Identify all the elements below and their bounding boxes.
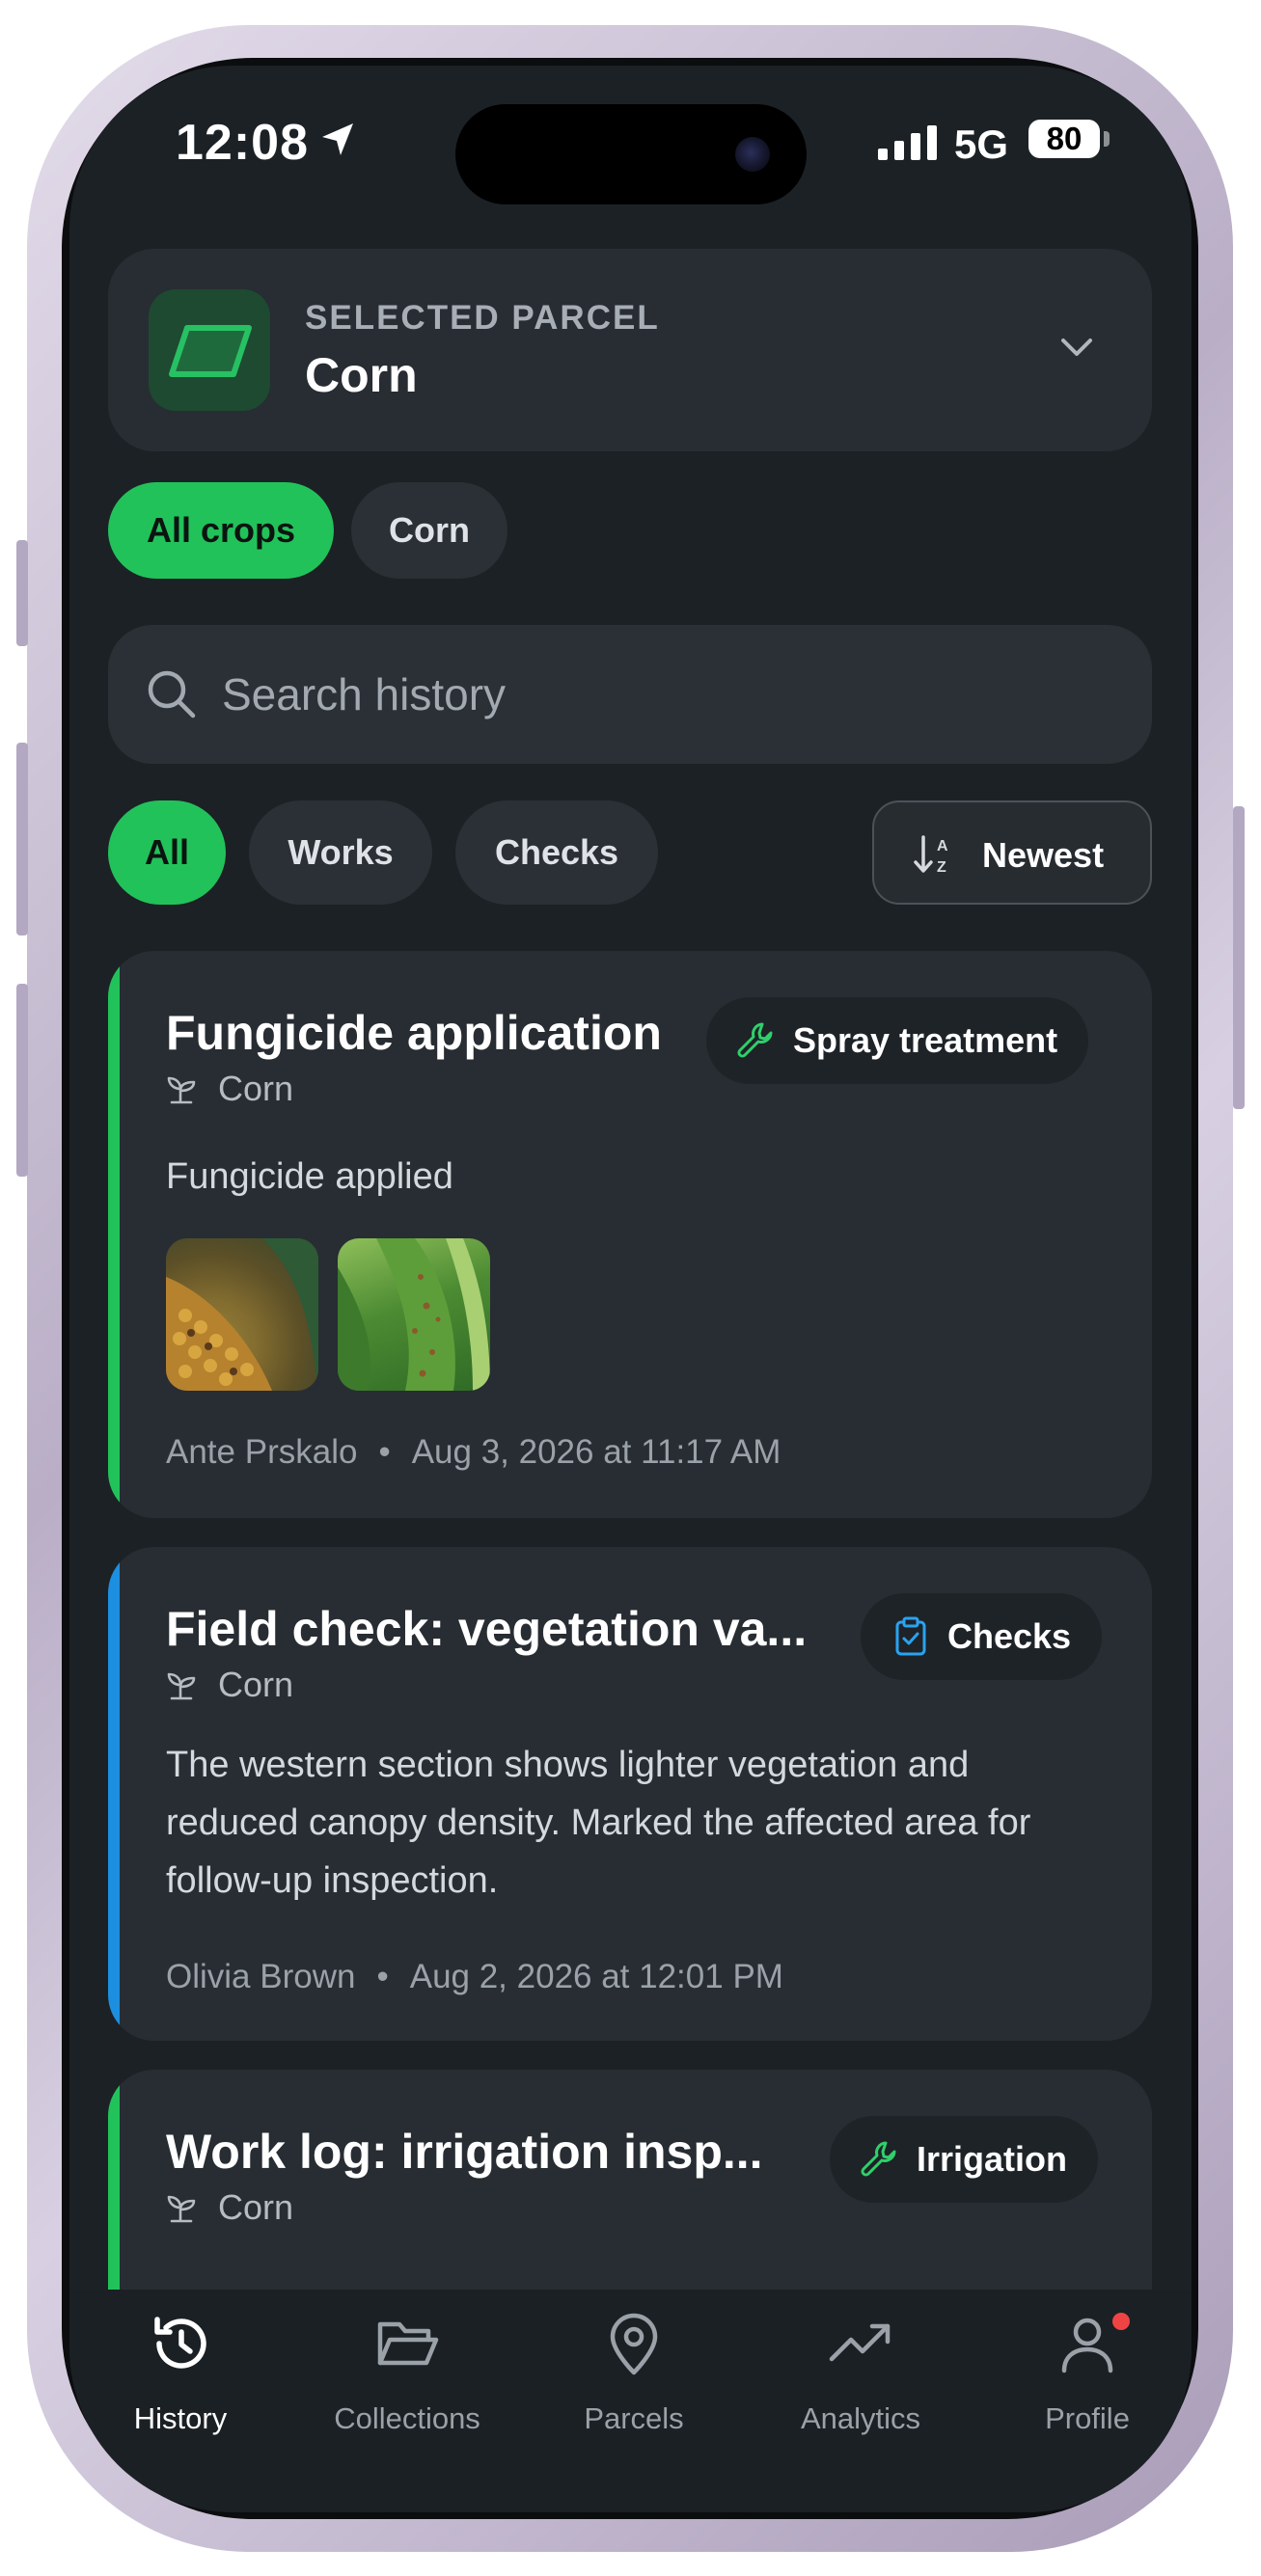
bottom-tab-bar: History Collections Parcels Analytics Pr… [69,2290,1192,2512]
card-tag: Checks [861,1593,1103,1680]
tab-profile[interactable]: Profile [991,2309,1184,2444]
card-title: Field check: vegetation va... [166,1602,808,1656]
corn-leaf-photo[interactable] [338,1238,490,1391]
parcel-selector[interactable]: SELECTED PARCEL Corn [108,249,1152,451]
dynamic-island [455,104,807,204]
card-author: Olivia Brown [166,1958,356,1995]
wrench-icon [861,2141,896,2177]
type-filter-works[interactable]: Works [249,800,432,905]
status-time: 12:08 [176,115,309,171]
tab-parcels[interactable]: Parcels [537,2309,730,2444]
power-button [1233,806,1245,1109]
card-title: Fungicide application [166,1006,662,1060]
search-bar[interactable] [108,625,1152,764]
wrench-icon [737,1022,773,1058]
svg-text:A: A [937,838,948,854]
history-card[interactable]: Work log: irrigation insp... Irrigation … [108,2070,1152,2291]
card-meta: Olivia Brown • Aug 2, 2026 at 12:01 PM [166,1958,783,1995]
card-meta: Ante Prskalo • Aug 3, 2026 at 11:17 AM [166,1433,781,1471]
sprout-icon [167,1672,196,1700]
sprout-icon [167,2195,196,2223]
battery-tip [1104,131,1110,147]
tab-label: History [133,2401,228,2435]
location-arrow-icon [322,123,353,155]
battery-icon: 80 [1028,120,1100,158]
tab-analytics[interactable]: Analytics [764,2309,957,2444]
parcel-name: Corn [305,348,418,402]
volume-down-button [16,984,28,1177]
card-crop-label: Corn [218,1665,294,1704]
crop-filter-all[interactable]: All crops [108,482,334,579]
history-card[interactable]: Field check: vegetation va... Checks Cor… [108,1547,1152,2041]
app-screen: 12:08 5G 80 SELECTED PARCEL Corn All cro… [69,66,1192,2512]
tab-collections[interactable]: Collections [311,2309,504,2444]
card-accent-bar [108,951,120,1518]
history-card[interactable]: Fungicide application Spray treatment Co… [108,951,1152,1518]
card-accent-bar [108,1547,120,2041]
search-input[interactable] [222,667,1090,721]
history-feed: Fungicide application Spray treatment Co… [108,951,1152,2291]
parcel-shape-icon [149,289,270,411]
card-tag-label: Irrigation [917,2139,1068,2179]
parcel-eyebrow: SELECTED PARCEL [305,299,660,337]
sort-button[interactable]: A Z Newest [872,800,1152,905]
clipboard-check-icon [895,1616,926,1656]
card-timestamp: Aug 3, 2026 at 11:17 AM [411,1433,781,1471]
type-filter-all[interactable]: All [108,800,226,905]
action-button [16,540,28,646]
card-timestamp: Aug 2, 2026 at 12:01 PM [409,1958,783,1995]
notification-badge [1112,2313,1130,2330]
card-crop-label: Corn [218,2187,294,2227]
tab-history[interactable]: History [84,2309,277,2444]
card-description: Fungicide applied [166,1156,453,1197]
card-description: The western section shows lighter vegeta… [166,1745,1031,1901]
history-icon [154,2317,206,2369]
tab-label: Profile [1045,2401,1130,2435]
crop-filter-corn[interactable]: Corn [351,482,507,579]
map-pin-icon [610,2313,658,2375]
network-type: 5G [954,122,1009,167]
folder-icon [377,2321,439,2366]
cellular-signal-icon [878,125,937,160]
sort-az-icon: A Z [914,835,948,876]
search-icon [148,670,196,719]
corn-ear-photo[interactable] [166,1238,318,1391]
card-tag-label: Checks [947,1616,1072,1656]
type-filter-checks[interactable]: Checks [455,800,658,905]
tab-label: Parcels [584,2401,684,2435]
tab-label: Collections [334,2401,480,2435]
card-tag: Irrigation [830,2116,1099,2203]
sprout-icon [167,1076,196,1104]
card-tag: Spray treatment [706,997,1089,1084]
svg-text:Z: Z [937,859,946,876]
card-accent-bar [108,2070,120,2291]
chevron-down-icon [1061,339,1092,356]
camera-icon [735,137,770,172]
tab-label: Analytics [800,2401,921,2435]
trend-icon [829,2323,891,2362]
card-author: Ante Prskalo [166,1433,358,1471]
card-crop-label: Corn [218,1069,294,1108]
volume-up-button [16,743,28,935]
sort-label: Newest [982,835,1105,875]
card-title: Work log: irrigation insp... [166,2125,763,2179]
card-tag-label: Spray treatment [793,1020,1058,1060]
